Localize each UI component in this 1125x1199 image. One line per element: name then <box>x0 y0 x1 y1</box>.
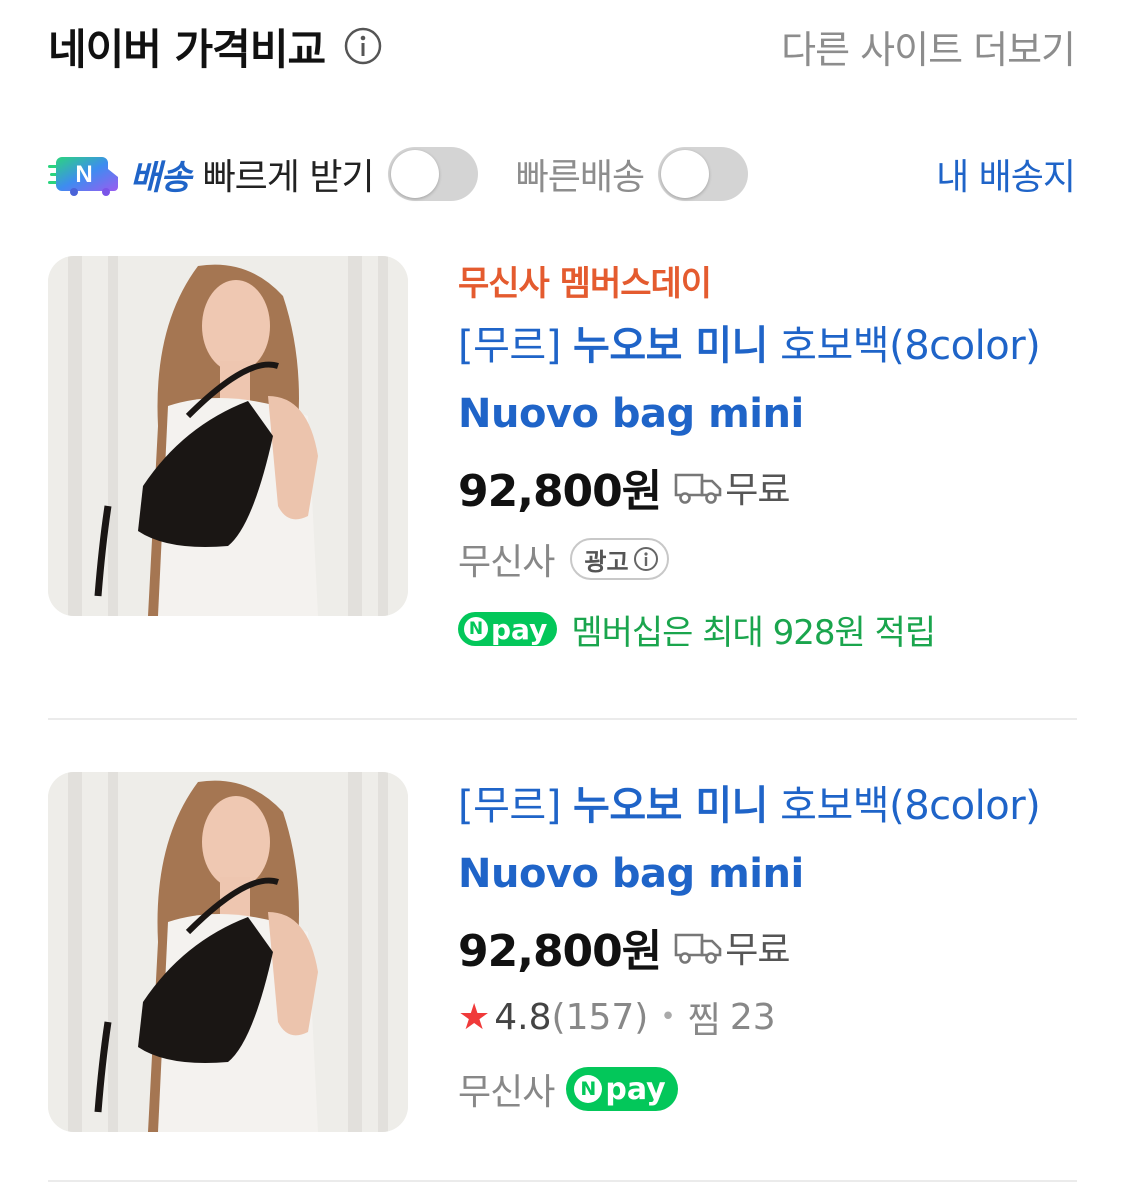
npay-benefit: 멤버십은 최대 928원 적립 <box>571 612 936 653</box>
npay-n-icon: N <box>464 617 488 641</box>
fast-shipping-toggle[interactable] <box>658 147 749 201</box>
svg-text:N: N <box>75 161 92 188</box>
price-compare-header: 네이버 가격비교 다른 사이트 더보기 <box>48 14 1076 78</box>
n-delivery-logo: N 배송 <box>48 150 192 199</box>
title-keyword: 누오보 미니 <box>573 783 768 829</box>
mall-name[interactable]: 무신사 <box>458 533 555 585</box>
npay-label: pay <box>605 1071 666 1107</box>
rating-row: ★ 4.8 (157) • 찜 23 <box>458 982 1077 1052</box>
n-delivery-truck-icon: N <box>48 157 118 196</box>
product-price: 92,800원 <box>458 926 662 977</box>
shipping-fee: 무료 <box>725 930 790 971</box>
title-brand: [무르] <box>458 783 574 829</box>
fast-receive-toggle[interactable] <box>387 147 478 201</box>
delivery-truck-icon <box>674 473 722 504</box>
product-info: 무신사 멤버스데이 [무르] 누오보 미니 호보백(8color) Nuovo … <box>458 256 1077 662</box>
zzim-label: 찜 <box>687 1000 721 1041</box>
shipping-fee: 무료 <box>725 470 790 511</box>
product-info: [무르] 누오보 미니 호보백(8color) Nuovo bag mini 9… <box>458 772 1077 1126</box>
product-title-link[interactable]: [무르] 누오보 미니 호보백(8color) Nuovo bag mini <box>458 772 1077 908</box>
product-card[interactable]: [무르] 누오보 미니 호보백(8color) Nuovo bag mini 9… <box>48 772 1077 1152</box>
title-desc: 호보백(8color) <box>767 783 1041 829</box>
mall-row: 무신사 Npay <box>458 1052 1077 1126</box>
toggle-knob <box>661 150 710 198</box>
npay-row: Npay 멤버십은 최대 928원 적립 <box>458 596 1077 662</box>
section-title: 네이버 가격비교 <box>48 24 326 74</box>
mall-name[interactable]: 무신사 <box>458 1063 555 1115</box>
delivery-filter-bar: N 배송 빠르게 받기 빠른배송 내 배송지 <box>48 142 1076 206</box>
price-row: 92,800원 무료 <box>458 452 1077 522</box>
product-image <box>48 772 408 1132</box>
toggle-knob <box>390 150 439 198</box>
divider <box>48 1180 1077 1182</box>
promo-label: 무신사 멤버스데이 <box>458 264 712 304</box>
zzim-count: 23 <box>729 996 776 1038</box>
product-thumbnail[interactable] <box>48 772 408 1132</box>
title-brand: [무르] <box>458 323 574 369</box>
my-address-link[interactable]: 내 배송지 <box>936 148 1076 200</box>
product-title-link[interactable]: [무르] 누오보 미니 호보백(8color) Nuovo bag mini <box>458 312 1077 448</box>
delivery-truck-icon <box>674 933 722 964</box>
fast-receive-label: 빠르게 받기 <box>202 157 375 198</box>
product-thumbnail[interactable] <box>48 256 408 616</box>
npay-badge: Npay <box>566 1067 678 1111</box>
mall-row: 무신사 광고 <box>458 522 1077 596</box>
npay-n-icon: N <box>574 1075 603 1103</box>
n-delivery-label: 배송 <box>130 157 192 198</box>
title-keyword-en: Nuovo bag mini <box>458 851 804 897</box>
title-keyword: 누오보 미니 <box>573 323 768 369</box>
npay-badge: Npay <box>458 612 558 646</box>
npay-label: pay <box>491 612 548 646</box>
star-icon: ★ <box>458 996 491 1038</box>
title-keyword-en: Nuovo bag mini <box>458 391 804 437</box>
other-sites-more-link[interactable]: 다른 사이트 더보기 <box>781 19 1076 74</box>
ad-info-icon <box>633 547 658 571</box>
ad-label: 광고 <box>584 547 629 576</box>
separator-dot: • <box>660 1002 676 1032</box>
ad-badge[interactable]: 광고 <box>570 538 669 580</box>
fast-shipping-label: 빠른배송 <box>515 157 645 198</box>
product-price: 92,800원 <box>458 466 662 517</box>
product-image <box>48 256 408 616</box>
divider <box>48 718 1077 720</box>
product-card[interactable]: 무신사 멤버스데이 [무르] 누오보 미니 호보백(8color) Nuovo … <box>48 256 1077 686</box>
price-row: 92,800원 무료 <box>458 912 1077 982</box>
info-icon[interactable] <box>343 26 383 66</box>
review-count[interactable]: (157) <box>552 997 649 1038</box>
title-desc: 호보백(8color) <box>767 323 1041 369</box>
rating-score: 4.8 <box>494 996 552 1038</box>
